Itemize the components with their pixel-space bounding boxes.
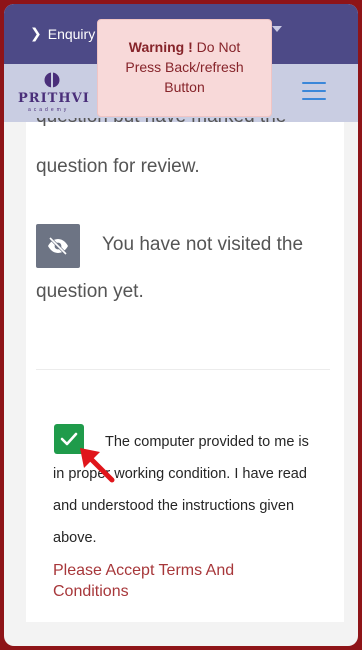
legend-marked-review-clipped: question but have marked the <box>34 118 334 134</box>
logo[interactable]: PRITHVI academy <box>18 72 98 114</box>
legend-not-visited-text: You have not visited the <box>102 234 304 255</box>
logo-wordmark: PRITHVI <box>18 91 90 106</box>
red-arrow-icon <box>80 448 115 483</box>
divider <box>36 369 330 370</box>
warning-toast: Warning ! Do Not Press Back/refresh Butt… <box>97 19 272 117</box>
hamburger-menu-icon[interactable] <box>302 82 328 102</box>
enquiry-label: Enquiry <box>47 25 96 42</box>
not-visited-status-box <box>36 224 80 268</box>
terms-error-message: Please Accept Terms And Conditions <box>53 562 235 600</box>
legend-marked-review-text: question for review. <box>36 156 200 177</box>
logo-mark-icon <box>44 72 60 90</box>
chevron-right-icon: ❯ <box>30 25 42 41</box>
warning-bold: Warning ! <box>128 39 193 55</box>
caret-down-icon[interactable] <box>272 26 282 32</box>
logo-subtext: academy <box>28 107 70 113</box>
enquiry-link[interactable]: ❯ Enquiry <box>30 25 95 42</box>
legend-not-visited-text-cont: question yet. <box>36 281 144 302</box>
eye-slash-icon <box>48 237 68 255</box>
